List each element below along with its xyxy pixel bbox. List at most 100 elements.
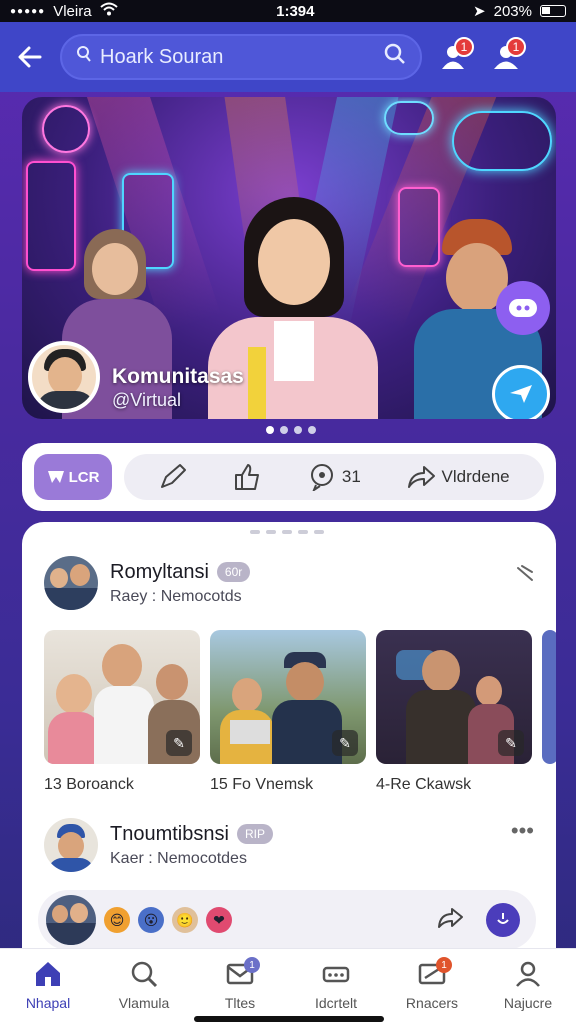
thumbs-up-icon	[235, 464, 260, 490]
profile-badge: 1	[506, 37, 526, 57]
hero-subtitle: @Virtual	[112, 390, 181, 410]
more-icon: •••	[510, 818, 534, 843]
post-header: Tnoumtibsnsi RIP Kaer : Nemocotdes	[44, 818, 273, 872]
like-button[interactable]	[233, 463, 263, 491]
mute-icon	[517, 565, 533, 581]
author-tag: RIP	[236, 824, 273, 844]
pager-dot[interactable]	[294, 426, 302, 434]
nav-messages[interactable]: 1 Tltes	[200, 957, 280, 1011]
nav-notifications[interactable]: 1 Rnacers	[392, 957, 472, 1011]
post-author-name[interactable]: Tnoumtibsnsi	[110, 823, 229, 846]
hero-avatar[interactable]	[28, 341, 100, 413]
media-caption: 13 Boroanck	[44, 776, 134, 793]
reaction-icon[interactable]: 😊	[104, 907, 130, 933]
nav-label: Tltes	[224, 995, 256, 1011]
mute-button[interactable]	[516, 562, 534, 588]
arrow-left-icon	[18, 46, 42, 68]
nav-badge: 1	[244, 957, 260, 973]
nav-badge: 1	[436, 957, 452, 973]
friends-button[interactable]: 1	[434, 37, 474, 77]
main-action-button[interactable]: LCR	[34, 454, 112, 500]
smiley-button[interactable]	[486, 903, 520, 937]
share-icon[interactable]	[436, 906, 464, 935]
action-pill-group: 31 Vldrdene	[124, 454, 544, 500]
bottom-nav: Nhapal Vlamula 1 Tltes Idcrtelt 1 Rnacer…	[0, 948, 576, 1024]
hero-title: Komunitasas	[112, 365, 244, 388]
author-tag: 60r	[216, 562, 251, 582]
neon-orb	[42, 105, 90, 153]
neon-ship	[452, 111, 552, 171]
search-prefix-icon	[76, 45, 92, 69]
post-meta: Kaer : Nemocotdes	[110, 849, 247, 867]
reaction-icon[interactable]: 😮	[138, 907, 164, 933]
reaction-icon[interactable]: 🙂	[172, 907, 198, 933]
search-placeholder: Hoark Souran	[100, 45, 224, 68]
dots-icon	[322, 966, 350, 983]
pager-dot[interactable]	[308, 426, 316, 434]
nav-label: Najucre	[503, 995, 553, 1011]
avatar[interactable]	[46, 895, 96, 945]
send-button[interactable]	[492, 365, 550, 419]
chat-bubble-button[interactable]	[496, 281, 550, 335]
comment-icon	[310, 464, 333, 491]
comment-button[interactable]: 31	[308, 463, 361, 491]
nav-home[interactable]: Nhapal	[8, 959, 88, 1011]
nav-more[interactable]: Idcrtelt	[296, 959, 376, 1011]
search-icon	[131, 961, 158, 988]
media-carousel: ✎ ✎ ✎	[44, 630, 556, 764]
media-captions: 13 Boroanck 15 Fo Vnemsk 4-Re Ckawsk	[44, 776, 532, 794]
more-options-button[interactable]: •••	[511, 818, 534, 844]
home-icon	[36, 962, 60, 986]
edit-button[interactable]	[158, 463, 188, 491]
nav-profile[interactable]: Najucre	[488, 959, 568, 1011]
home-indicator[interactable]	[194, 1016, 384, 1022]
battery-label: 203%	[493, 2, 532, 20]
action-bar: LCR 31 Vldrdene	[22, 443, 556, 511]
battery-icon	[539, 5, 566, 17]
pager-dot[interactable]	[280, 426, 288, 434]
comment-count: 31	[341, 467, 361, 486]
avatar[interactable]	[44, 556, 98, 610]
nav-search[interactable]: Vlamula	[104, 959, 184, 1011]
share-label: Vldrdene	[441, 467, 510, 486]
signal-icon: ●●●●●	[10, 5, 46, 17]
hero-banner[interactable]: Komunitasas @Virtual	[22, 97, 556, 419]
carrier-label: Vleira	[53, 2, 92, 20]
share-icon	[407, 466, 435, 488]
friends-badge: 1	[454, 37, 474, 57]
search-input[interactable]: Hoark Souran	[60, 34, 422, 80]
status-bar: ●●●●● Vleira 1:394 ➤ 203%	[0, 0, 576, 22]
hero-pager[interactable]	[266, 426, 316, 434]
post-header: Romyltansi 60r Raey : Nemocotds	[44, 556, 251, 610]
video-icon: ✎	[498, 730, 524, 756]
video-icon: ✎	[332, 730, 358, 756]
media-thumb[interactable]: ✎	[210, 630, 366, 764]
post-meta: Raey : Nemocotds	[110, 587, 242, 605]
main-action-label: LCR	[68, 468, 100, 486]
pager-dot[interactable]	[266, 426, 274, 434]
avatar[interactable]	[44, 818, 98, 872]
share-button[interactable]: Vldrdene	[406, 464, 510, 490]
send-icon	[510, 385, 532, 403]
search-icon[interactable]	[384, 43, 406, 71]
reaction-icon[interactable]: ❤	[206, 907, 232, 933]
nav-label: Rnacers	[405, 995, 459, 1011]
profile-icon	[516, 961, 540, 987]
clock: 1:394	[276, 2, 315, 20]
feed-panel: Romyltansi 60r Raey : Nemocotds ✎ ✎ ✎ 13…	[22, 522, 556, 952]
media-caption: 15 Fo Vnemsk	[210, 776, 314, 793]
back-button[interactable]	[12, 39, 48, 75]
profile-button[interactable]: 1	[486, 37, 526, 77]
media-caption: 4-Re Ckawsk	[376, 776, 472, 793]
media-thumb[interactable]	[542, 630, 556, 764]
drag-handle[interactable]	[250, 530, 324, 534]
smile-icon	[497, 913, 509, 924]
media-thumb[interactable]: ✎	[376, 630, 532, 764]
nav-label: Nhapal	[25, 995, 71, 1011]
wifi-icon	[99, 2, 118, 20]
nav-label: Idcrtelt	[314, 995, 357, 1011]
post-author-name[interactable]: Romyltansi	[110, 561, 209, 584]
nav-label: Vlamula	[118, 995, 170, 1011]
media-thumb[interactable]: ✎	[44, 630, 200, 764]
location-icon: ➤	[473, 3, 486, 20]
